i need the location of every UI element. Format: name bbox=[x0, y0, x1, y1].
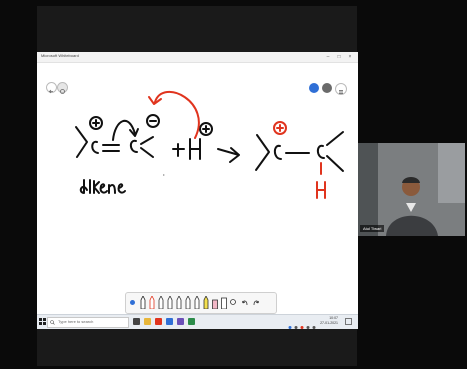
ruler-icon[interactable] bbox=[221, 296, 227, 309]
windows-start-icon[interactable] bbox=[39, 318, 46, 325]
presenter-video-feed bbox=[358, 143, 465, 236]
taskbar-clock[interactable]: 10:07 27-01-2021 bbox=[320, 316, 338, 326]
ink-bond-right bbox=[140, 136, 154, 158]
ink-letter-h bbox=[189, 138, 201, 160]
system-tray-icons[interactable] bbox=[287, 318, 317, 329]
ink-plus-sign-red bbox=[276, 124, 284, 132]
ink-letter-c4 bbox=[316, 144, 325, 159]
ink-bond-left bbox=[75, 126, 88, 158]
ink-letter-c2 bbox=[129, 139, 138, 153]
lasso-icon[interactable] bbox=[230, 296, 236, 309]
notification-icon[interactable] bbox=[345, 318, 352, 325]
eraser-icon[interactable] bbox=[212, 296, 218, 309]
pen-toolbar bbox=[125, 292, 277, 314]
taskbar-search-box[interactable]: Type here to search bbox=[47, 317, 129, 328]
file-explorer-icon[interactable] bbox=[144, 318, 151, 325]
participant-name-tag: Atul Tiwari bbox=[360, 225, 385, 232]
search-icon bbox=[50, 320, 55, 325]
redo-icon[interactable] bbox=[253, 296, 259, 309]
windows-taskbar: Type here to search 10:07 27-01-2021 bbox=[37, 314, 358, 329]
search-placeholder: Type here to search bbox=[58, 319, 94, 324]
pen-black-icon[interactable] bbox=[140, 296, 146, 309]
pen-purple-icon[interactable] bbox=[176, 296, 182, 309]
ink-plus bbox=[172, 143, 185, 157]
highlighter-icon[interactable] bbox=[194, 296, 200, 309]
pen-green-icon[interactable] bbox=[167, 296, 173, 309]
ink-word-alkene bbox=[79, 179, 126, 194]
color-picker-button[interactable] bbox=[130, 300, 135, 305]
ink-double-bond bbox=[102, 144, 120, 152]
ink-curved-arrow-black bbox=[112, 119, 136, 141]
whiteboard-app-icon[interactable] bbox=[188, 318, 195, 325]
ink-bond-left-product bbox=[255, 134, 270, 171]
chrome-icon[interactable] bbox=[155, 318, 162, 325]
ink-letter-c3 bbox=[273, 144, 282, 160]
clock-date: 27-01-2021 bbox=[320, 321, 338, 325]
undo-icon[interactable] bbox=[242, 296, 248, 309]
ink-plus-sign-1 bbox=[92, 119, 100, 127]
presenter-video-tile: Atul Tiwari bbox=[358, 143, 465, 236]
pen-blue-icon[interactable] bbox=[158, 296, 164, 309]
edge-icon[interactable] bbox=[166, 318, 173, 325]
ink-letter-c1 bbox=[91, 140, 99, 154]
ink-reaction-arrow bbox=[217, 147, 240, 163]
whiteboard-window: Microsoft Whiteboard – □ × ▸ Type here t… bbox=[37, 52, 358, 329]
ink-bond-right-product bbox=[326, 131, 344, 172]
task-view-icon[interactable] bbox=[133, 318, 140, 325]
pen-red-icon[interactable] bbox=[149, 296, 155, 309]
highlighter-yellow-icon[interactable] bbox=[203, 296, 209, 309]
teams-icon[interactable] bbox=[177, 318, 184, 325]
whiteboard-canvas[interactable]: ▸ bbox=[37, 52, 358, 328]
pen-orange-icon[interactable] bbox=[185, 296, 191, 309]
ink-plus-sign-2 bbox=[202, 125, 210, 133]
ink-letter-h-red bbox=[316, 181, 326, 199]
mouse-cursor: ▸ bbox=[163, 172, 165, 177]
